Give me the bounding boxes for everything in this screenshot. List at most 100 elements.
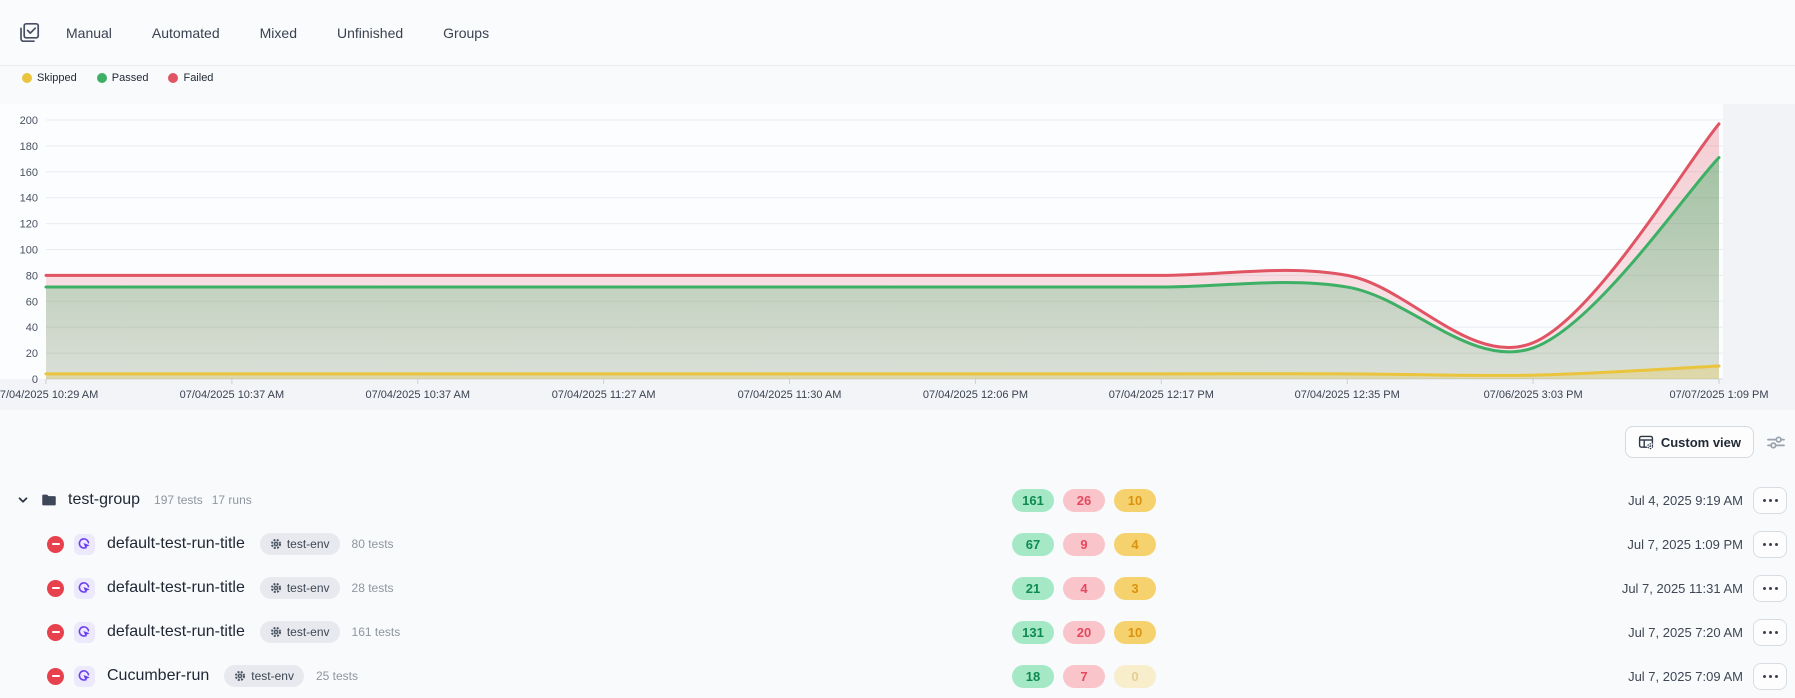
environment-label: test-env: [287, 625, 330, 639]
test-run-row[interactable]: Cucumber-run test-env 25 tests 18 7 0 Ju…: [0, 654, 1795, 698]
x-axis-label: 07/04/2025 10:37 AM: [180, 389, 285, 401]
display-settings-icon[interactable]: [1767, 435, 1785, 450]
test-results-chart: 02040608010012014016018020007/04/2025 10…: [0, 90, 1795, 410]
legend-item-passed: Passed: [97, 72, 149, 84]
run-date: Jul 7, 2025 1:09 PM: [1627, 537, 1743, 552]
y-axis-label: 20: [26, 348, 38, 360]
legend-dot: [97, 73, 107, 83]
failed-count-badge: 7: [1063, 665, 1105, 688]
run-title[interactable]: default-test-run-title: [107, 579, 245, 597]
passed-count-badge: 21: [1012, 577, 1054, 600]
passed-count-badge: 67: [1012, 533, 1054, 556]
test-group-row[interactable]: test-group 197 tests 17 runs 161 26 10 J…: [0, 478, 1795, 522]
run-row-right: Jul 7, 2025 11:31 AM: [1622, 575, 1787, 602]
row-menu-button[interactable]: [1753, 619, 1787, 646]
group-title[interactable]: test-group: [68, 491, 140, 509]
row-menu-button[interactable]: [1753, 487, 1787, 514]
tab-unfinished[interactable]: Unfinished: [337, 25, 403, 41]
gear-icon: [270, 626, 282, 638]
y-axis-label: 180: [20, 141, 38, 153]
top-toolbar: Manual Automated Mixed Unfinished Groups: [0, 0, 1795, 66]
x-axis-label: 07/04/2025 11:30 AM: [738, 389, 842, 401]
row-menu-button[interactable]: [1753, 531, 1787, 558]
gear-icon: [270, 538, 282, 550]
failed-status-icon: [47, 580, 64, 597]
failed-count-badge: 9: [1063, 533, 1105, 556]
x-axis-label: 07/04/2025 12:17 PM: [1109, 389, 1214, 401]
gear-icon: [270, 582, 282, 594]
group-row-left: test-group 197 tests 17 runs: [0, 491, 261, 509]
failed-count-badge: 4: [1063, 577, 1105, 600]
folder-icon: [40, 491, 58, 509]
test-run-row[interactable]: default-test-run-title test-env 80 tests…: [0, 522, 1795, 566]
passed-count-badge: 131: [1012, 621, 1054, 644]
test-runs-icon[interactable]: [14, 18, 44, 48]
tab-mixed[interactable]: Mixed: [260, 25, 297, 41]
y-axis-label: 80: [26, 270, 38, 282]
run-tests-count: 25 tests: [316, 669, 358, 683]
test-runs-page: Manual Automated Mixed Unfinished Groups Ski…: [0, 0, 1795, 698]
row-menu-button[interactable]: [1753, 663, 1787, 690]
tab-manual[interactable]: Manual: [66, 25, 112, 41]
test-run-row[interactable]: default-test-run-title test-env 28 tests…: [0, 566, 1795, 610]
y-axis-label: 200: [20, 115, 38, 127]
environment-pill: test-env: [224, 665, 304, 687]
test-runs-list: test-group 197 tests 17 runs 161 26 10 J…: [0, 478, 1795, 698]
run-date: Jul 7, 2025 7:09 AM: [1628, 669, 1743, 684]
passed-count-badge: 18: [1012, 665, 1054, 688]
x-axis-label: 07/04/2025 10:37 AM: [365, 389, 470, 401]
x-axis-label: 07/04/2025 10:29 AM: [0, 389, 98, 401]
automation-run-icon: [74, 534, 95, 555]
failed-count-badge: 26: [1063, 489, 1105, 512]
x-axis-label: 07/07/2025 1:09 PM: [1669, 389, 1768, 401]
run-title[interactable]: default-test-run-title: [107, 535, 245, 553]
automation-run-icon: [74, 578, 95, 599]
result-badges: 67 9 4: [1012, 533, 1156, 556]
environment-label: test-env: [287, 581, 330, 595]
failed-status-icon: [47, 624, 64, 641]
run-date: Jul 4, 2025 9:19 AM: [1628, 493, 1743, 508]
run-date: Jul 7, 2025 7:20 AM: [1628, 625, 1743, 640]
skipped-count-badge: 3: [1114, 577, 1156, 600]
environment-label: test-env: [287, 537, 330, 551]
run-row-right: Jul 7, 2025 7:09 AM: [1628, 663, 1787, 690]
chevron-down-icon[interactable]: [15, 492, 31, 508]
custom-view-label: Custom view: [1661, 435, 1741, 450]
custom-view-icon: [1638, 434, 1654, 450]
skipped-count-badge: 4: [1114, 533, 1156, 556]
group-tests-count: 197 tests: [154, 493, 203, 507]
legend-item-skipped: Skipped: [22, 72, 77, 84]
automation-run-icon: [74, 666, 95, 687]
environment-pill: test-env: [260, 621, 340, 643]
result-badges: 18 7 0: [1012, 665, 1156, 688]
legend-item-failed: Failed: [168, 72, 213, 84]
run-row-right: Jul 7, 2025 7:20 AM: [1628, 619, 1787, 646]
tab-groups[interactable]: Groups: [443, 25, 489, 41]
failed-count-badge: 20: [1063, 621, 1105, 644]
x-axis-label: 07/04/2025 12:06 PM: [923, 389, 1028, 401]
run-title[interactable]: default-test-run-title: [107, 623, 245, 641]
x-axis-label: 07/04/2025 12:35 PM: [1295, 389, 1400, 401]
y-axis-label: 60: [26, 296, 38, 308]
x-axis-label: 07/04/2025 11:27 AM: [552, 389, 656, 401]
run-row-left: default-test-run-title test-env 80 tests: [0, 533, 403, 555]
failed-status-icon: [47, 536, 64, 553]
failed-status-icon: [47, 668, 64, 685]
y-axis-label: 0: [32, 374, 38, 386]
legend-label: Failed: [183, 72, 213, 84]
passed-count-badge: 161: [1012, 489, 1054, 512]
environment-label: test-env: [251, 669, 294, 683]
group-runs-count: 17 runs: [212, 493, 252, 507]
skipped-count-badge: 0: [1114, 665, 1156, 688]
result-badges: 161 26 10: [1012, 489, 1156, 512]
view-options-bar: Custom view: [0, 420, 1795, 464]
legend-label: Skipped: [37, 72, 77, 84]
row-menu-button[interactable]: [1753, 575, 1787, 602]
tab-automated[interactable]: Automated: [152, 25, 220, 41]
run-date: Jul 7, 2025 11:31 AM: [1622, 581, 1743, 596]
y-axis-label: 100: [20, 245, 38, 257]
run-title[interactable]: Cucumber-run: [107, 667, 209, 685]
custom-view-button[interactable]: Custom view: [1625, 426, 1754, 458]
test-run-row[interactable]: default-test-run-title test-env 161 test…: [0, 610, 1795, 654]
result-badges: 21 4 3: [1012, 577, 1156, 600]
